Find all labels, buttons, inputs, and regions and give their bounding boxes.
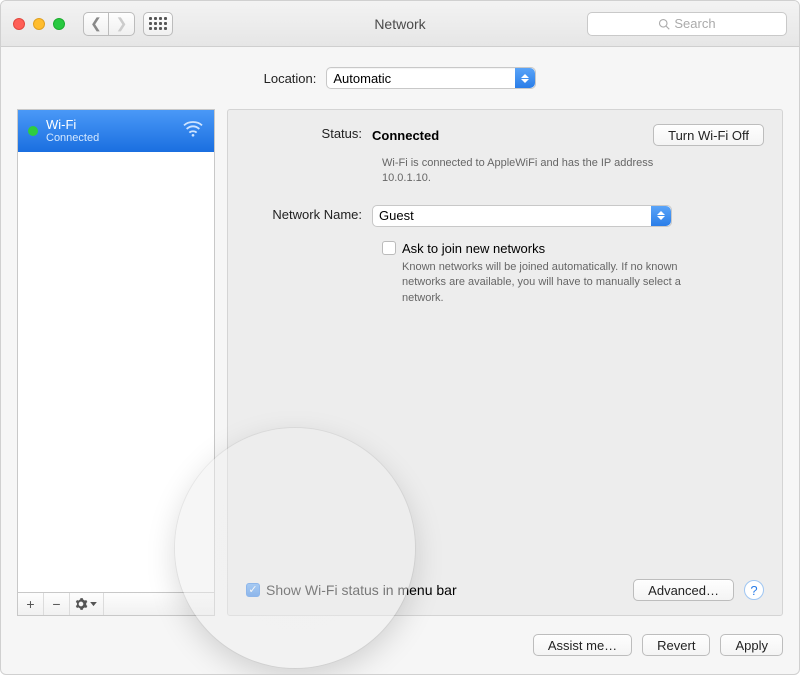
network-name-select[interactable]: Guest <box>372 205 672 227</box>
gear-icon <box>74 597 88 611</box>
show-menu-checkbox[interactable]: ✓ <box>246 583 260 597</box>
chevron-updown-icon <box>515 68 535 88</box>
status-dot-icon <box>28 126 38 136</box>
location-value: Automatic <box>333 71 391 86</box>
revert-button[interactable]: Revert <box>642 634 710 656</box>
connection-name: Wi-Fi <box>46 118 99 132</box>
ask-join-row[interactable]: Ask to join new networks <box>382 241 764 256</box>
grid-icon <box>149 17 167 30</box>
show-menu-row[interactable]: ✓ Show Wi-Fi status in menu bar <box>246 582 457 598</box>
connection-status: Connected <box>46 132 99 144</box>
turn-wifi-off-button[interactable]: Turn Wi-Fi Off <box>653 124 764 146</box>
network-name-label: Network Name: <box>246 205 372 222</box>
location-row: Location: Automatic <box>1 67 799 89</box>
advanced-button[interactable]: Advanced… <box>633 579 734 601</box>
apply-button[interactable]: Apply <box>720 634 783 656</box>
show-all-button[interactable] <box>143 12 173 36</box>
assist-me-button[interactable]: Assist me… <box>533 634 632 656</box>
search-placeholder: Search <box>674 16 715 31</box>
network-prefs-window: ❮ ❯ Network Search Location: Automatic <box>0 0 800 675</box>
ask-join-hint: Known networks will be joined automatica… <box>402 260 692 306</box>
sidebar-item-wifi[interactable]: Wi-Fi Connected <box>18 110 214 152</box>
detail-panel: Status: Connected Turn Wi-Fi Off Wi-Fi i… <box>227 109 783 616</box>
search-icon <box>658 18 670 30</box>
help-button[interactable]: ? <box>744 580 764 600</box>
nav-buttons: ❮ ❯ <box>83 12 135 36</box>
zoom-icon[interactable] <box>53 18 65 30</box>
status-value: Connected <box>372 128 439 143</box>
forward-button: ❯ <box>109 12 135 36</box>
footer-buttons: Assist me… Revert Apply <box>533 634 783 656</box>
show-menu-label: Show Wi-Fi status in menu bar <box>266 582 457 598</box>
chevron-updown-icon <box>651 206 671 226</box>
toolbar-spacer <box>104 593 214 615</box>
status-description: Wi-Fi is connected to AppleWiFi and has … <box>382 156 682 187</box>
status-row: Status: Connected Turn Wi-Fi Off <box>246 124 764 146</box>
status-label: Status: <box>246 124 372 141</box>
close-icon[interactable] <box>13 18 25 30</box>
add-connection-button[interactable]: + <box>18 593 44 615</box>
detail-bottom-row: ✓ Show Wi-Fi status in menu bar Advanced… <box>246 579 764 601</box>
wifi-icon <box>182 120 204 138</box>
connection-sidebar: Wi-Fi Connected + − <box>17 109 215 616</box>
location-label: Location: <box>264 71 317 86</box>
titlebar: ❮ ❯ Network Search <box>1 1 799 47</box>
chevron-down-icon <box>90 602 97 607</box>
ask-join-label: Ask to join new networks <box>402 241 545 256</box>
sidebar-toolbar: + − <box>17 592 215 616</box>
connection-action-menu[interactable] <box>70 593 104 615</box>
minimize-icon[interactable] <box>33 18 45 30</box>
location-select[interactable]: Automatic <box>326 67 536 89</box>
network-name-value: Guest <box>379 208 414 223</box>
network-name-row: Network Name: Guest <box>246 205 764 227</box>
remove-connection-button[interactable]: − <box>44 593 70 615</box>
connection-list: Wi-Fi Connected <box>17 109 215 592</box>
back-button[interactable]: ❮ <box>83 12 109 36</box>
search-input[interactable]: Search <box>587 12 787 36</box>
content-area: Wi-Fi Connected + − <box>17 109 783 616</box>
ask-join-checkbox[interactable] <box>382 241 396 255</box>
window-controls <box>13 18 65 30</box>
